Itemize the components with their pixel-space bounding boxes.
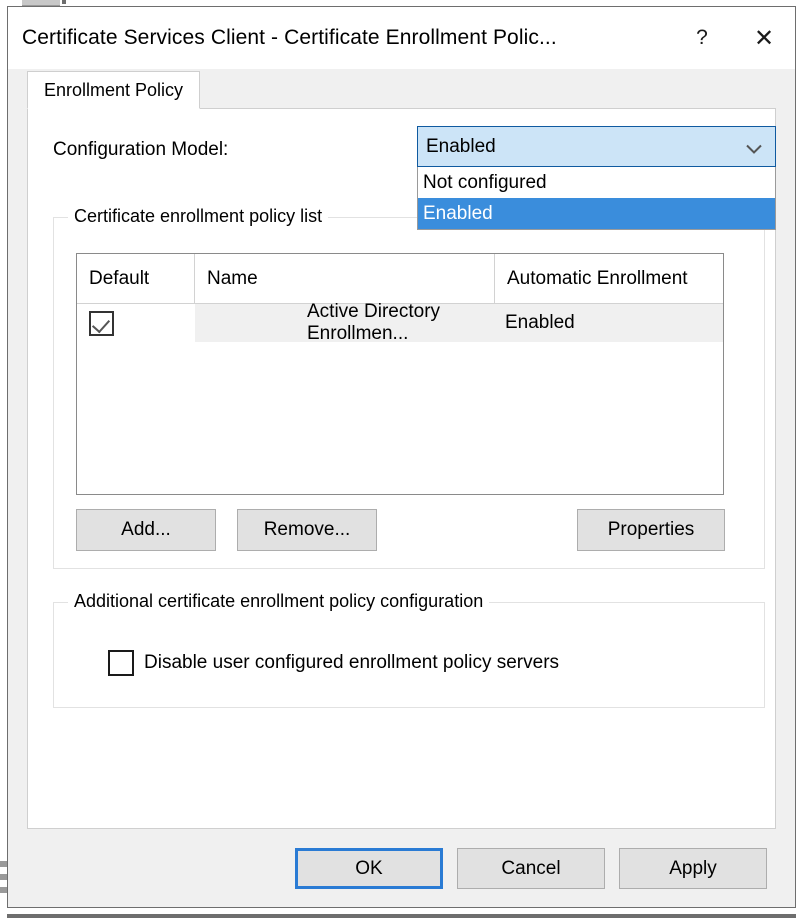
add-button[interactable]: Add... xyxy=(76,509,216,551)
title-bar-buttons: ? ✕ xyxy=(671,7,795,69)
combobox-option-label: Not configured xyxy=(423,172,547,194)
combobox-selected-value: Enabled xyxy=(426,136,496,158)
configuration-model-label: Configuration Model: xyxy=(53,139,228,161)
background-mark-3 xyxy=(0,887,7,893)
disable-user-configured-label: Disable user configured enrollment polic… xyxy=(144,652,559,674)
table-header-row: Default Name Automatic Enrollment xyxy=(77,254,723,304)
remove-button[interactable]: Remove... xyxy=(237,509,377,551)
close-icon[interactable]: ✕ xyxy=(733,7,795,69)
certificate-enrollment-policy-dialog: Certificate Services Client - Certificat… xyxy=(7,6,796,908)
column-header-name[interactable]: Name xyxy=(195,254,495,303)
tab-area: Enrollment Policy Configuration Model: E… xyxy=(8,69,795,829)
combobox-option-label: Enabled xyxy=(423,203,493,225)
background-mark-1 xyxy=(0,861,7,867)
cell-name: Active Directory Enrollmen... xyxy=(195,304,495,342)
tab-enrollment-policy[interactable]: Enrollment Policy xyxy=(27,71,200,109)
properties-button[interactable]: Properties xyxy=(577,509,725,551)
column-header-default[interactable]: Default xyxy=(77,254,195,303)
row-default-checkbox[interactable] xyxy=(89,311,114,336)
combobox-option-enabled[interactable]: Enabled xyxy=(418,198,775,229)
tab-label: Enrollment Policy xyxy=(44,80,183,101)
configuration-model-combobox[interactable]: Enabled Not configured Enabled xyxy=(417,126,776,230)
additional-configuration-group: Additional certificate enrollment policy… xyxy=(53,602,765,708)
cancel-button[interactable]: Cancel xyxy=(457,848,605,889)
combobox-option-list: Not configured Enabled xyxy=(417,167,776,230)
combobox-closed-field[interactable]: Enabled xyxy=(417,126,776,167)
background-window-sliver-left xyxy=(0,0,7,918)
policy-list-table[interactable]: Default Name Automatic Enrollment Active… xyxy=(76,253,724,495)
background-mark-2 xyxy=(0,874,7,880)
title-bar: Certificate Services Client - Certificat… xyxy=(8,7,795,69)
window-title: Certificate Services Client - Certificat… xyxy=(22,26,557,50)
cell-automatic-enrollment: Enabled xyxy=(495,304,723,342)
dialog-footer: OK Cancel Apply xyxy=(8,829,795,907)
combobox-option-not-configured[interactable]: Not configured xyxy=(418,167,775,198)
apply-button[interactable]: Apply xyxy=(619,848,767,889)
certificate-enrollment-policy-list-group: Certificate enrollment policy list Defau… xyxy=(53,217,765,569)
disable-user-configured-row[interactable]: Disable user configured enrollment polic… xyxy=(108,650,559,676)
background-window-corner-mark xyxy=(62,0,66,4)
screen: Certificate Services Client - Certificat… xyxy=(0,0,804,918)
tab-strip: Enrollment Policy xyxy=(27,69,781,108)
window-bottom-edge xyxy=(7,914,796,918)
help-icon[interactable]: ? xyxy=(671,7,733,69)
tab-panel-enrollment-policy: Configuration Model: Enabled Not con xyxy=(27,108,776,829)
group-legend-additional: Additional certificate enrollment policy… xyxy=(68,591,489,612)
ok-button[interactable]: OK xyxy=(295,848,443,889)
cell-default-checkbox[interactable] xyxy=(77,304,195,342)
table-row[interactable]: Active Directory Enrollmen... Enabled xyxy=(77,304,723,342)
chevron-down-icon[interactable] xyxy=(745,141,763,152)
disable-user-configured-checkbox[interactable] xyxy=(108,650,134,676)
column-header-automatic-enrollment[interactable]: Automatic Enrollment xyxy=(495,254,723,303)
group-legend-policy-list: Certificate enrollment policy list xyxy=(68,206,328,227)
